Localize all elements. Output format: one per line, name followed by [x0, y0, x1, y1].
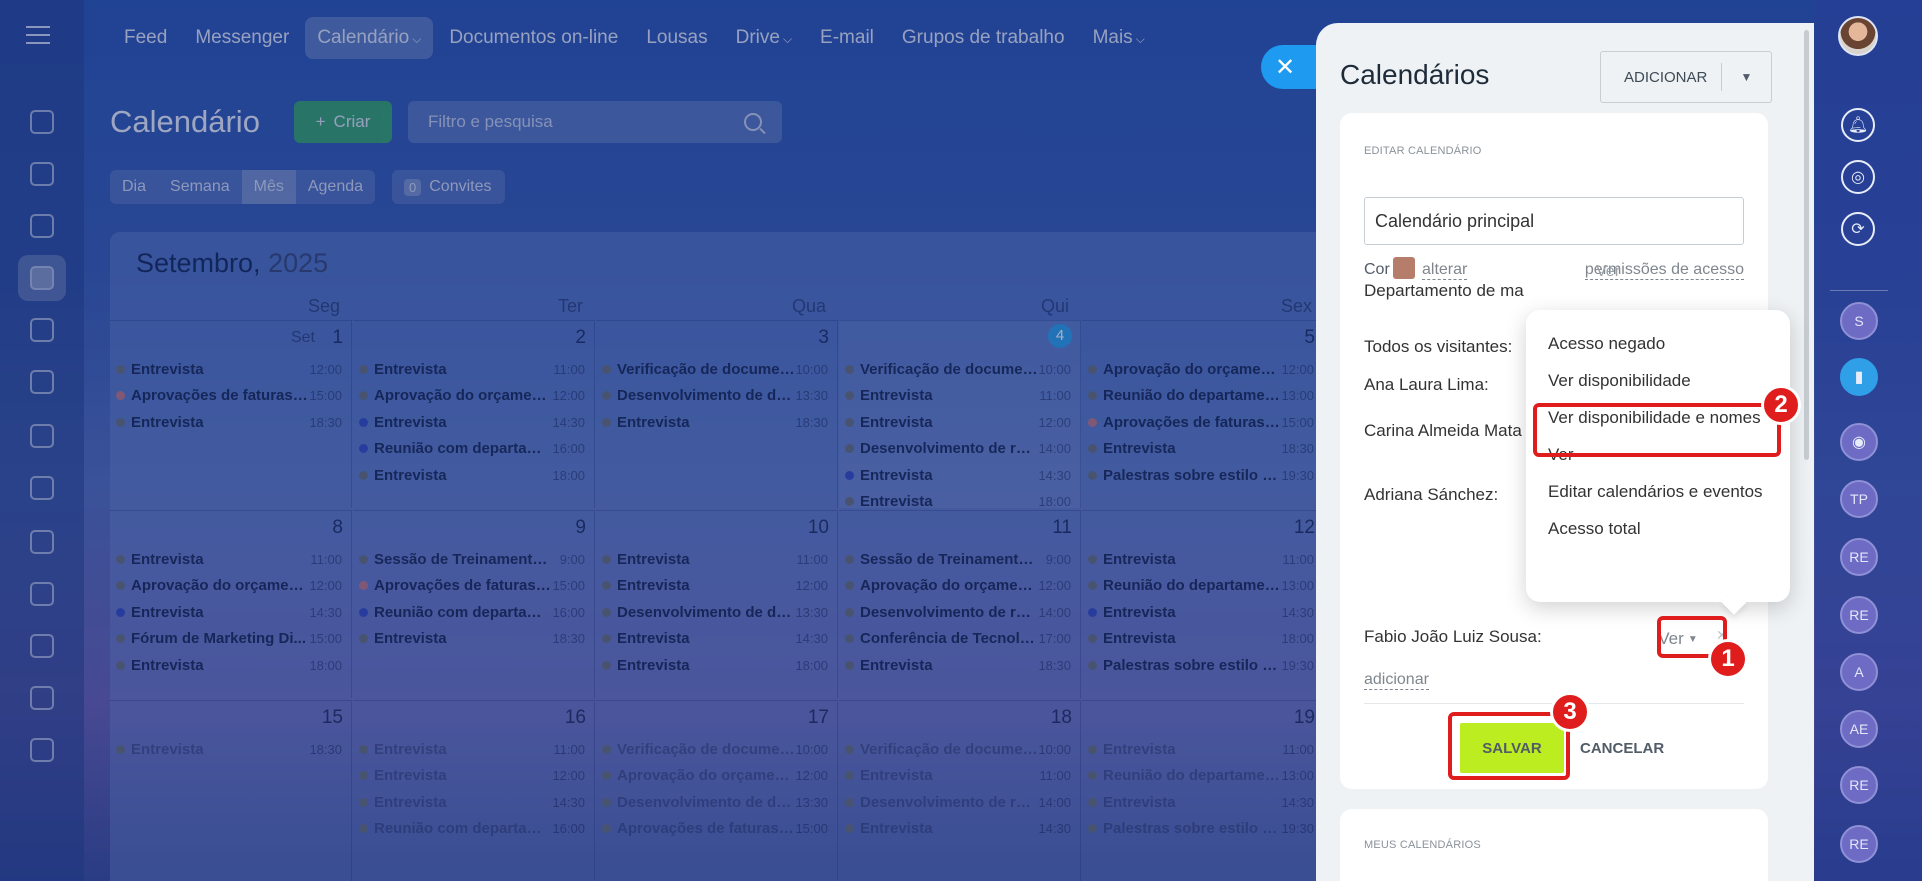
access-subject: Fabio João Luiz Sousa: [1364, 627, 1542, 646]
callout-badge: 2 [1761, 385, 1801, 425]
close-panel-button[interactable]: ✕ [1261, 45, 1317, 89]
contact-avatar[interactable]: RE [1840, 825, 1878, 863]
target-icon[interactable]: ◎ [1841, 160, 1875, 194]
contact-avatar[interactable]: RE [1840, 596, 1878, 634]
add-access-link[interactable]: adicionar [1364, 671, 1429, 690]
access-subject: Ana Laura Lima: [1364, 375, 1489, 394]
contact-avatar[interactable]: S [1840, 302, 1878, 340]
copilot-icon[interactable]: ◉ [1840, 423, 1878, 461]
color-swatch[interactable] [1393, 257, 1415, 279]
contact-avatar[interactable]: RE [1840, 538, 1878, 576]
contact-avatar[interactable]: A [1840, 653, 1878, 691]
contact-avatar[interactable]: RE [1840, 766, 1878, 804]
menu-item-acesso-negado[interactable]: Acesso negado [1526, 324, 1790, 364]
chevron-down-icon[interactable]: ▼ [1722, 70, 1771, 84]
section-heading: EDITAR CALENDÁRIO [1364, 145, 1482, 157]
add-button[interactable]: ADICIONAR ▼ [1600, 51, 1772, 103]
access-subject: Adriana Sánchez: [1364, 485, 1499, 504]
access-subject: Carina Almeida Mata [1364, 421, 1522, 440]
contact-avatar[interactable]: AE [1840, 710, 1878, 748]
sync-icon[interactable]: ⟳ [1841, 212, 1875, 246]
menu-item-acesso-total[interactable]: Acesso total [1526, 509, 1790, 549]
calendar-name-input[interactable]: Calendário principal [1364, 197, 1744, 245]
highlight-save-button [1448, 712, 1570, 780]
my-calendars-card: MEUS CALENDÁRIOS [1340, 809, 1768, 881]
close-icon: ✕ [1274, 53, 1296, 81]
access-row: Departamento de ma [1364, 281, 1744, 301]
access-subject: Todos os visitantes: [1364, 337, 1513, 356]
callout-badge: 3 [1550, 692, 1590, 732]
panel-scrollbar[interactable] [1804, 30, 1809, 460]
contact-avatar[interactable]: TP [1840, 480, 1878, 518]
menu-item-editar[interactable]: Editar calendários e eventos [1526, 472, 1790, 512]
rightbar-divider [1830, 290, 1888, 291]
color-label: Cor [1364, 261, 1390, 278]
section-heading: MEUS CALENDÁRIOS [1364, 839, 1481, 851]
cancel-button[interactable]: CANCELAR [1580, 723, 1664, 773]
callout-badge: 1 [1708, 639, 1748, 679]
add-button-label: ADICIONAR [1624, 68, 1708, 86]
change-color-link[interactable]: alterar [1422, 261, 1468, 280]
menu-item-ver-disponibilidade[interactable]: Ver disponibilidade [1526, 361, 1790, 401]
access-hint-top: Ver [1596, 263, 1621, 280]
access-subject: Departamento de ma [1364, 281, 1524, 300]
user-avatar[interactable] [1838, 16, 1878, 56]
highlight-menu-option [1533, 403, 1781, 457]
bell-icon[interactable]: 🔔︎ [1841, 108, 1875, 142]
bookmark-icon[interactable]: ▮ [1840, 358, 1878, 396]
panel-title: Calendários [1340, 59, 1490, 90]
